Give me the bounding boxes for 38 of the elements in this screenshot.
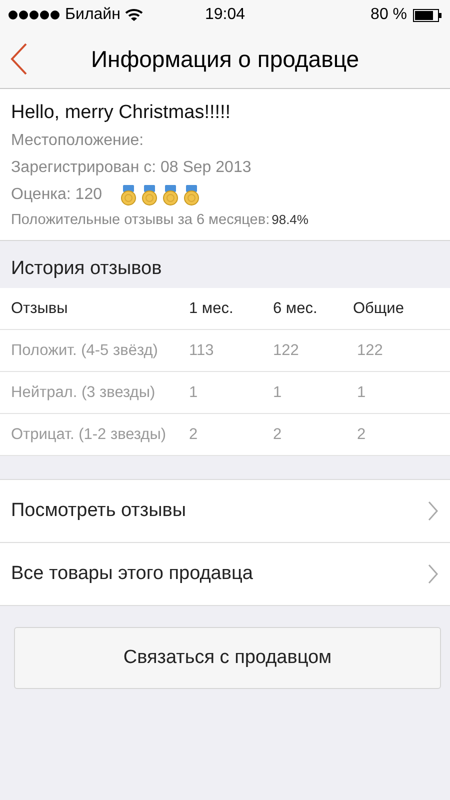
carrier-name: Билайн — [65, 6, 120, 24]
column-header: 6 мес. — [273, 300, 318, 318]
back-chevron-icon — [10, 43, 28, 75]
medal-icon — [141, 184, 158, 206]
positive-feedback-value: 98.4% — [272, 212, 308, 227]
contact-seller-button[interactable]: Связаться с продавцом — [14, 627, 441, 689]
table-cell-text: 122 — [356, 342, 384, 360]
table-cell-text: Отрицат. (1-2 звезды) — [11, 426, 168, 444]
column-header: 1 мес. — [189, 300, 234, 318]
table-cell-text: 2 — [189, 426, 199, 444]
wifi-icon — [125, 8, 144, 22]
page-title: Информация о продавце — [90, 46, 360, 72]
table-cell-text: 1 — [189, 384, 199, 402]
table-cell-text: 2 — [273, 426, 283, 444]
battery-percent: 80 % — [370, 6, 408, 24]
chevron-right-icon — [428, 564, 438, 584]
table-cell-text: 1 — [273, 384, 283, 402]
medal-icon — [120, 184, 137, 206]
table-cell-text: 113 — [189, 342, 215, 360]
signal-icon — [8, 10, 60, 20]
column-header: Общие — [353, 300, 405, 318]
status-time: 19:04 — [204, 6, 246, 24]
battery-icon — [413, 8, 442, 22]
column-header: Отзывы — [11, 300, 69, 318]
table-cell-text: Положит. (4-5 звёзд) — [11, 342, 159, 360]
rating-label: Оценка: 120 — [11, 185, 102, 205]
table-cell-text: 2 — [356, 426, 367, 444]
medal-icon — [183, 184, 200, 206]
positive-feedback-label: Положительные отзывы за 6 месяцев: — [11, 212, 270, 228]
table-cell-text: 1 — [356, 384, 367, 402]
seller-location: Местоположение: — [11, 131, 145, 151]
table-cell-text: Нейтрал. (3 звезды) — [11, 384, 156, 402]
section-title: История отзывов — [10, 257, 163, 281]
table-cell-text: 122 — [273, 342, 300, 360]
registration-date: Зарегистрирован с: 08 Sep 2013 — [11, 158, 252, 178]
medal-icon — [162, 184, 179, 206]
seller-name: Hello, merry Christmas!!!!! — [11, 101, 232, 125]
chevron-right-icon — [428, 501, 438, 521]
